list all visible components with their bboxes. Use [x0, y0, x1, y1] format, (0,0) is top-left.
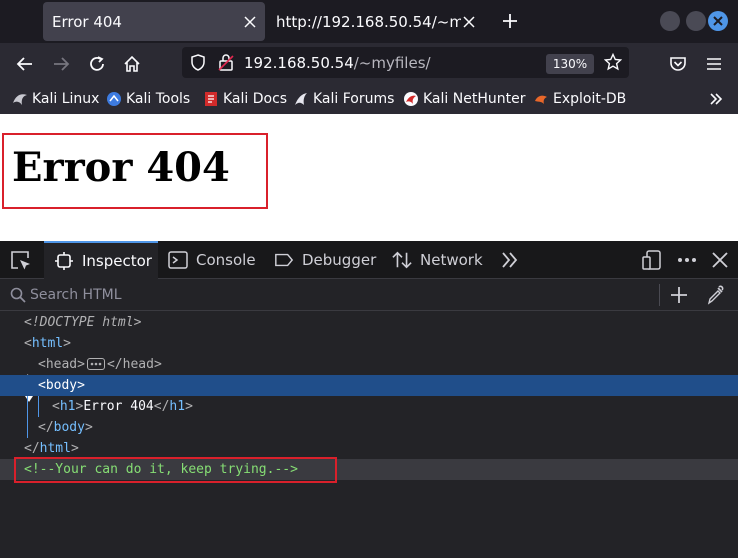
tab-network[interactable]: Network	[392, 241, 483, 279]
markup-line-html-close[interactable]: </html>	[0, 438, 738, 459]
bookmark-label: Kali Forums	[313, 91, 395, 107]
body-tag: body	[45, 378, 78, 393]
markup-line-head[interactable]: <head> </head>	[0, 354, 738, 382]
network-icon	[392, 250, 412, 270]
bookmark-label: Kali NetHunter	[423, 91, 526, 107]
kali-docs-icon	[203, 91, 219, 107]
console-icon	[168, 250, 188, 270]
head-tag: head	[45, 357, 78, 372]
bookmark-kali-forums[interactable]: Kali Forums	[293, 90, 394, 108]
close-window-icon[interactable]	[708, 11, 728, 31]
tab-error-404[interactable]: Error 404	[43, 2, 265, 41]
indent-guide	[38, 396, 39, 417]
close-tab-icon[interactable]	[461, 14, 477, 30]
markup-view: <!DOCTYPE html> <html> <head> </head> <bo…	[0, 312, 738, 558]
navigation-toolbar: 192.168.50.54/~myfiles/ 130%	[0, 43, 738, 84]
add-node-plus-icon[interactable]	[669, 285, 689, 309]
tab-label: Console	[196, 251, 256, 269]
markup-line-comment[interactable]: <!--Your can do it, keep trying.-->	[0, 459, 738, 480]
tab-title: Error 404	[52, 12, 122, 31]
toolbar-divider	[659, 284, 660, 306]
nethunter-icon	[403, 91, 419, 107]
url-path: /~myfiles/	[353, 54, 431, 72]
bookmarks-toolbar: Kali Linux Kali Tools Kali Docs Kali For…	[0, 84, 738, 114]
kali-forums-icon	[293, 91, 309, 107]
tab-title: http://192.168.50.54/~myfiles/	[276, 12, 461, 31]
html-tag: html	[31, 336, 64, 351]
body-close-tag: body	[53, 420, 85, 435]
page-heading: Error 404	[12, 144, 230, 191]
bookmark-kali-nethunter[interactable]: Kali NetHunter	[403, 90, 525, 108]
search-html-bar	[0, 279, 738, 311]
inspector-icon	[54, 251, 74, 271]
url-host: 192.168.50.54	[244, 54, 354, 72]
hamburger-menu-icon[interactable]	[703, 53, 725, 75]
zoom-level-button[interactable]: 130%	[546, 54, 594, 74]
new-tab-icon[interactable]	[500, 11, 520, 31]
search-icon	[10, 287, 26, 307]
kali-dragon-icon	[12, 91, 28, 107]
indent-guide	[27, 396, 28, 438]
markup-line-body-selected[interactable]: <body>	[0, 375, 738, 402]
forward-arrow-icon[interactable]	[50, 53, 72, 75]
url-text[interactable]: 192.168.50.54/~myfiles/	[244, 54, 431, 72]
collapsed-children-ellipsis-icon[interactable]	[86, 357, 105, 370]
head-close-tag: head	[122, 357, 154, 372]
bookmark-label: Exploit-DB	[553, 91, 627, 107]
doctype-node: <!DOCTYPE html>	[24, 315, 142, 330]
close-tab-icon[interactable]	[242, 14, 258, 30]
bookmark-exploit-db[interactable]: Exploit-DB	[533, 90, 626, 108]
page-content: Error 404	[0, 114, 738, 241]
h1-tag: h1	[59, 399, 76, 414]
tab-debugger[interactable]: Debugger	[274, 241, 376, 279]
tab-strip: Error 404 http://192.168.50.54/~myfiles/	[0, 0, 738, 43]
more-panels-chevron-icon[interactable]	[500, 251, 520, 273]
comment-node: <!--Your can do it, keep trying.-->	[24, 462, 298, 477]
markup-line-h1[interactable]: <h1>Error 404</h1>	[0, 396, 738, 417]
bookmark-label: Kali Linux	[32, 91, 100, 107]
bookmark-kali-linux[interactable]: Kali Linux	[12, 90, 99, 108]
home-icon[interactable]	[121, 53, 143, 75]
debugger-icon	[274, 250, 294, 270]
back-arrow-icon[interactable]	[14, 53, 36, 75]
tab-label: Debugger	[302, 251, 377, 269]
tracking-shield-icon[interactable]	[190, 54, 206, 75]
tab-label: Inspector	[82, 252, 152, 270]
maximize-window-icon[interactable]	[686, 11, 706, 31]
tab-console[interactable]: Console	[168, 241, 256, 279]
h1-close-tag: h1	[169, 399, 186, 414]
h1-text-node: Error 404	[83, 399, 154, 414]
devtools-panel: Inspector Console Debugger Network Searc…	[0, 241, 738, 558]
bookmark-kali-tools[interactable]: Kali Tools	[106, 90, 190, 108]
minimize-window-icon[interactable]	[660, 11, 680, 31]
devtools-options-icon[interactable]	[676, 250, 698, 274]
bookmark-label: Kali Tools	[126, 91, 191, 107]
insecure-lock-icon[interactable]	[218, 54, 234, 75]
markup-line-html-open[interactable]: <html>	[0, 333, 738, 354]
more-bookmarks-chevron-icon[interactable]	[708, 91, 724, 111]
pocket-icon[interactable]	[667, 53, 689, 75]
bookmark-label: Kali Docs	[223, 91, 288, 107]
tab-myfiles[interactable]: http://192.168.50.54/~myfiles/	[268, 2, 484, 41]
html-close-tag: html	[39, 441, 71, 456]
close-devtools-icon[interactable]	[711, 251, 729, 273]
markup-line-doctype[interactable]: <!DOCTYPE html>	[0, 312, 738, 333]
bookmark-kali-docs[interactable]: Kali Docs	[203, 90, 287, 108]
tab-inspector[interactable]: Inspector	[44, 241, 158, 279]
eyedropper-icon[interactable]	[707, 285, 725, 309]
search-html-input[interactable]	[30, 284, 630, 306]
responsive-design-mode-icon[interactable]	[642, 250, 662, 274]
url-bar[interactable]: 192.168.50.54/~myfiles/ 130%	[182, 47, 629, 78]
tab-label: Network	[420, 251, 483, 269]
exploit-db-icon	[533, 91, 549, 107]
bookmark-star-icon[interactable]	[603, 52, 623, 75]
markup-line-body-close[interactable]: </body>	[0, 417, 738, 438]
reload-icon[interactable]	[86, 53, 108, 75]
element-picker-icon[interactable]	[10, 250, 32, 274]
kali-tools-icon	[106, 91, 122, 107]
devtools-toolbar: Inspector Console Debugger Network	[0, 241, 738, 279]
